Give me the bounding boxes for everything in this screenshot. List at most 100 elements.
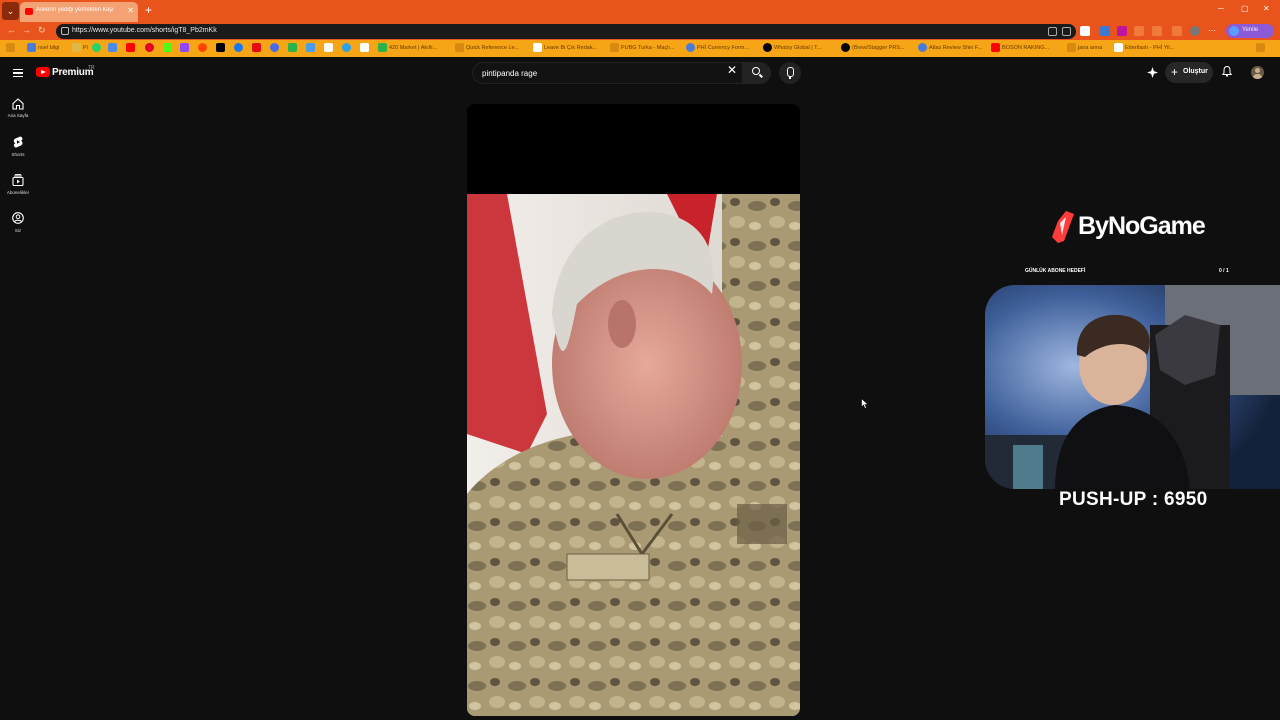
create-sparkle-icon[interactable] xyxy=(1147,67,1158,78)
bookmark-icon[interactable] xyxy=(324,43,335,54)
browser-tab-bar: ⌄ Askerin yediği yemekten kaşı ✕ + ─ ▢ ✕ xyxy=(0,0,1280,22)
extension-icon[interactable] xyxy=(1117,26,1127,36)
new-tab-button[interactable]: + xyxy=(145,3,152,17)
bookmark-icon[interactable] xyxy=(270,43,281,54)
pushup-counter: PUSH-UP : 6950 xyxy=(1059,489,1208,510)
apps-icon[interactable] xyxy=(6,43,17,54)
bookmark-item[interactable]: PHİ Currency Form... xyxy=(686,43,749,54)
window-minimize-button[interactable]: ─ xyxy=(1218,4,1224,13)
bookmark-icon[interactable] xyxy=(108,43,119,54)
sidebar-item-label: Shorts xyxy=(11,152,25,157)
bookmark-item[interactable]: Leave Bi Çık Redak... xyxy=(533,43,597,54)
profile-update-label: Yenile xyxy=(1242,27,1259,33)
browser-toolbar: ← → ↻ https://www.youtube.com/shorts/igT… xyxy=(0,22,1280,40)
mouse-cursor-icon xyxy=(861,398,869,409)
notifications-bell-icon[interactable] xyxy=(1222,66,1232,77)
x-bookmark-icon[interactable] xyxy=(216,43,227,54)
shorts-video-player[interactable] xyxy=(467,104,800,716)
profile-update-button[interactable]: Yenile xyxy=(1226,24,1274,38)
sidebar-item-subscriptions[interactable]: Abonelikler xyxy=(0,174,36,198)
search-query[interactable]: pintipanda rage xyxy=(482,69,537,78)
streamer-webcam xyxy=(985,285,1280,489)
voice-search-button[interactable] xyxy=(779,62,801,84)
create-button[interactable]: + Oluştur xyxy=(1165,62,1213,83)
reload-icon[interactable]: ↻ xyxy=(38,25,46,36)
bynogame-logo-icon xyxy=(1052,211,1074,243)
window-maximize-button[interactable]: ▢ xyxy=(1241,4,1249,13)
tab-title: Askerin yediği yemekten kaşı xyxy=(36,7,114,13)
site-info-icon[interactable] xyxy=(61,27,69,35)
bookmark-icon[interactable] xyxy=(342,43,353,54)
sidebar-item-label: Abonelikler xyxy=(6,190,30,195)
sidebar-item-shorts[interactable]: Shorts xyxy=(0,136,36,160)
video-frame-image xyxy=(467,194,800,716)
extensions-puzzle-icon[interactable] xyxy=(1172,26,1182,36)
browser-menu-icon[interactable]: ⋯ xyxy=(1208,26,1218,36)
extension-icon[interactable] xyxy=(1100,26,1110,36)
bookmarks-folder-icon[interactable] xyxy=(1256,43,1267,54)
youtube-header: Premium TR pintipanda rage xyxy=(0,57,1280,89)
youtube-logo-icon[interactable] xyxy=(36,67,50,77)
address-url[interactable]: https://www.youtube.com/shorts/igT8_Pb2m… xyxy=(72,27,217,34)
youtube-favicon-icon xyxy=(25,8,33,15)
browser-tab-active[interactable]: Askerin yediği yemekten kaşı ✕ xyxy=(20,2,138,22)
sidebar-item-label: Siz xyxy=(14,228,22,233)
bookmark-star-icon[interactable] xyxy=(1062,27,1071,36)
kick-bookmark-icon[interactable] xyxy=(163,43,174,54)
bookmark-item[interactable]: nsel bilgi xyxy=(27,43,59,54)
daily-sub-goal-count: 0 / 1 xyxy=(1219,268,1229,274)
bookmark-item[interactable]: Quick Reference Le... xyxy=(455,43,519,54)
youtube-bookmark-icon[interactable] xyxy=(126,43,137,54)
you-icon xyxy=(12,212,24,224)
home-icon xyxy=(12,98,24,110)
bookmark-item[interactable]: Pi xyxy=(72,43,88,54)
extension-icon[interactable] xyxy=(1152,26,1162,36)
tab-close-icon[interactable]: ✕ xyxy=(127,6,134,15)
sidebar-item-home[interactable]: Ana Sayfa xyxy=(0,97,36,121)
bookmark-item[interactable]: Atlas Review Shin F... xyxy=(918,43,982,54)
bookmarks-bar: nsel bilgi Pi 420 Market | Akıllı... Qui… xyxy=(0,40,1280,57)
search-icon xyxy=(752,67,760,75)
create-label: Oluştur xyxy=(1183,68,1208,75)
bookmark-icon[interactable] xyxy=(198,43,209,54)
back-icon[interactable]: ← xyxy=(7,25,16,35)
sidebar-item-you[interactable]: Siz xyxy=(0,212,36,236)
bookmark-item[interactable]: Whatsy Global | T... xyxy=(763,43,821,54)
bookmark-item[interactable]: (Brew/Stagger PRS... xyxy=(841,43,905,54)
sidebar-item-label: Ana Sayfa xyxy=(7,113,29,118)
search-button[interactable] xyxy=(743,62,771,84)
netflix-bookmark-icon[interactable] xyxy=(252,43,263,54)
bookmark-icon[interactable] xyxy=(360,43,371,54)
shorts-icon xyxy=(13,136,23,148)
facebook-bookmark-icon[interactable] xyxy=(234,43,245,54)
bookmark-icon[interactable] xyxy=(306,43,317,54)
whatsapp-bookmark-icon[interactable] xyxy=(92,43,103,54)
subscriptions-icon xyxy=(12,174,24,186)
twitch-bookmark-icon[interactable] xyxy=(180,43,191,54)
webcam-image xyxy=(985,285,1280,489)
bookmark-icon[interactable] xyxy=(288,43,299,54)
bookmark-item[interactable]: Ettertlash - PHİ Yil... xyxy=(1114,43,1174,54)
install-app-icon[interactable] xyxy=(1048,27,1057,36)
extension-icon[interactable] xyxy=(1134,26,1144,36)
address-bar[interactable]: https://www.youtube.com/shorts/igT8_Pb2m… xyxy=(56,24,1076,39)
forward-icon[interactable]: → xyxy=(22,25,31,35)
window-close-button[interactable]: ✕ xyxy=(1263,4,1270,13)
pinterest-bookmark-icon[interactable] xyxy=(145,43,156,54)
plus-icon: + xyxy=(1171,65,1179,79)
bookmark-item[interactable]: jana anna xyxy=(1067,43,1102,54)
extension-icon[interactable] xyxy=(1080,26,1090,36)
search-clear-icon[interactable]: ✕ xyxy=(727,63,737,77)
bookmark-item[interactable]: PUBG Turka - Maçlı... xyxy=(610,43,674,54)
bookmark-item[interactable]: BOSON RAKING... xyxy=(991,43,1049,54)
account-avatar[interactable] xyxy=(1251,66,1264,79)
guide-menu-icon[interactable] xyxy=(13,69,23,77)
tab-list-menu-button[interactable]: ⌄ xyxy=(2,2,19,20)
profile-avatar-icon xyxy=(1229,26,1239,36)
bynogame-brand: ByNoGame xyxy=(1078,212,1206,240)
search-input[interactable]: pintipanda rage xyxy=(472,62,743,84)
bookmark-item[interactable]: 420 Market | Akıllı... xyxy=(378,43,437,54)
profile-icon[interactable] xyxy=(1190,26,1200,36)
daily-sub-goal-label: GÜNLÜK ABONE HEDEFİ xyxy=(1025,268,1086,274)
region-code: TR xyxy=(88,65,95,71)
